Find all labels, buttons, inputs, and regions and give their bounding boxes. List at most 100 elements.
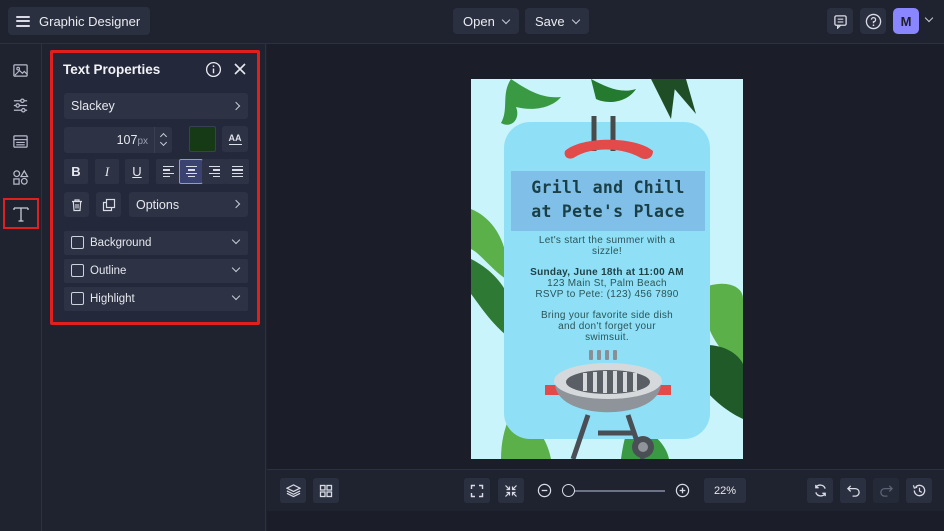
text-transform-icon: AA: [228, 132, 242, 145]
status-strip: [267, 511, 944, 531]
rail-item-adjustments[interactable]: [8, 93, 32, 117]
italic-icon: I: [104, 163, 110, 179]
help-button[interactable]: [860, 8, 886, 34]
redo-icon: [879, 485, 893, 497]
outline-label: Outline: [90, 265, 127, 277]
account-chevron-down-icon[interactable]: [924, 13, 934, 23]
align-center-icon: [185, 165, 197, 178]
redo-button[interactable]: [873, 478, 899, 503]
highlight-section[interactable]: Highlight: [64, 287, 248, 311]
font-size-value: 107: [116, 133, 138, 147]
outline-section[interactable]: Outline: [64, 259, 248, 283]
sliders-icon: [13, 97, 27, 113]
help-icon: [865, 13, 881, 29]
highlight-checkbox[interactable]: [71, 292, 84, 305]
zoom-out-icon[interactable]: [537, 483, 552, 498]
chevron-down-icon: [231, 235, 241, 245]
closing-line-2[interactable]: and don't forget your: [501, 321, 713, 332]
zoom-slider-track[interactable]: [563, 490, 665, 492]
zoom-level-input[interactable]: 22%: [704, 478, 746, 503]
align-left-button[interactable]: [156, 159, 180, 184]
bold-icon: B: [71, 164, 81, 179]
delete-button[interactable]: [64, 192, 89, 217]
headline-line-1: Grill and Chill: [531, 178, 685, 197]
align-center-button[interactable]: [179, 159, 203, 184]
open-menu-button[interactable]: Open: [453, 8, 519, 34]
duplicate-icon: [102, 198, 115, 211]
font-size-input[interactable]: 107px: [64, 127, 172, 153]
text-tool-icon: [13, 206, 29, 222]
rail-item-shapes[interactable]: [8, 165, 32, 189]
history-button[interactable]: [906, 478, 932, 503]
rail-item-layouts[interactable]: [8, 129, 32, 153]
align-justify-button[interactable]: [225, 159, 249, 184]
poster-design[interactable]: Grill and Chill at Pete's Place Let's st…: [471, 79, 743, 459]
background-checkbox[interactable]: [71, 236, 84, 249]
layout-icon: [12, 134, 28, 148]
expand-icon: [470, 484, 484, 497]
rail-item-text[interactable]: [3, 198, 39, 229]
shrink-icon: [505, 484, 517, 497]
text-transform-button[interactable]: AA: [222, 126, 248, 152]
shapes-icon: [12, 169, 29, 185]
options-button[interactable]: Options: [129, 192, 248, 217]
comment-icon: [833, 14, 847, 29]
headline-line-2: at Pete's Place: [531, 202, 685, 221]
top-bar: Graphic Designer Open Save M: [0, 0, 944, 44]
fit-screen-button[interactable]: [464, 478, 490, 503]
underline-button[interactable]: U: [125, 159, 149, 184]
duplicate-button[interactable]: [96, 192, 121, 217]
hamburger-icon: [16, 15, 30, 27]
align-left-icon: [162, 165, 174, 178]
layers-button[interactable]: [280, 478, 306, 503]
closing-line-1[interactable]: Bring your favorite side dish: [501, 310, 713, 321]
outline-checkbox[interactable]: [71, 264, 84, 277]
text-color-swatch[interactable]: [189, 126, 216, 152]
event-address[interactable]: 123 Main St, Palm Beach: [501, 278, 713, 289]
actual-size-button[interactable]: [498, 478, 524, 503]
headline-text-box[interactable]: Grill and Chill at Pete's Place: [511, 171, 705, 231]
chevron-down-icon: [501, 15, 511, 24]
event-rsvp[interactable]: RSVP to Pete: (123) 456 7890: [501, 289, 713, 300]
user-avatar[interactable]: M: [893, 8, 919, 34]
sausage-illustration: [564, 116, 653, 159]
save-label: Save: [535, 13, 565, 29]
chevron-down-icon[interactable]: [159, 138, 168, 147]
close-icon[interactable]: [233, 62, 247, 76]
closing-line-3[interactable]: swimsuit.: [501, 332, 713, 343]
intro-line-2[interactable]: sizzle!: [501, 246, 713, 257]
font-size-stepper[interactable]: [154, 127, 172, 153]
font-family-select[interactable]: Slackey: [64, 93, 248, 119]
grid-button[interactable]: [313, 478, 339, 503]
panel-title: Text Properties: [63, 62, 161, 77]
background-label: Background: [90, 237, 152, 249]
undo-button[interactable]: [840, 478, 866, 503]
rail-item-images[interactable]: [8, 58, 32, 82]
app-title: Graphic Designer: [39, 13, 141, 29]
refresh-button[interactable]: [807, 478, 833, 503]
event-date[interactable]: Sunday, June 18th at 11:00 AM: [501, 267, 713, 278]
zoom-in-icon[interactable]: [675, 483, 690, 498]
bold-button[interactable]: B: [64, 159, 88, 184]
undo-icon: [846, 485, 860, 497]
chevron-down-icon: [231, 291, 241, 301]
refresh-icon: [814, 484, 826, 497]
italic-button[interactable]: I: [95, 159, 119, 184]
info-icon[interactable]: [205, 61, 222, 78]
app-menu-button[interactable]: Graphic Designer: [8, 7, 151, 35]
app-root: Graphic Designer Open Save M Text Proper…: [0, 0, 944, 531]
align-right-button[interactable]: [202, 159, 226, 184]
zoom-slider-handle[interactable]: [562, 484, 575, 497]
grid-icon: [319, 484, 333, 497]
history-icon: [912, 484, 925, 497]
chevron-down-icon: [231, 263, 241, 273]
options-label: Options: [136, 197, 180, 212]
open-label: Open: [463, 13, 495, 29]
highlight-label: Highlight: [90, 293, 135, 305]
trash-icon: [71, 198, 82, 211]
intro-line-1[interactable]: Let's start the summer with a: [501, 235, 713, 246]
background-section[interactable]: Background: [64, 231, 248, 255]
align-justify-icon: [231, 165, 243, 178]
feedback-button[interactable]: [827, 8, 853, 34]
save-menu-button[interactable]: Save: [525, 8, 589, 34]
